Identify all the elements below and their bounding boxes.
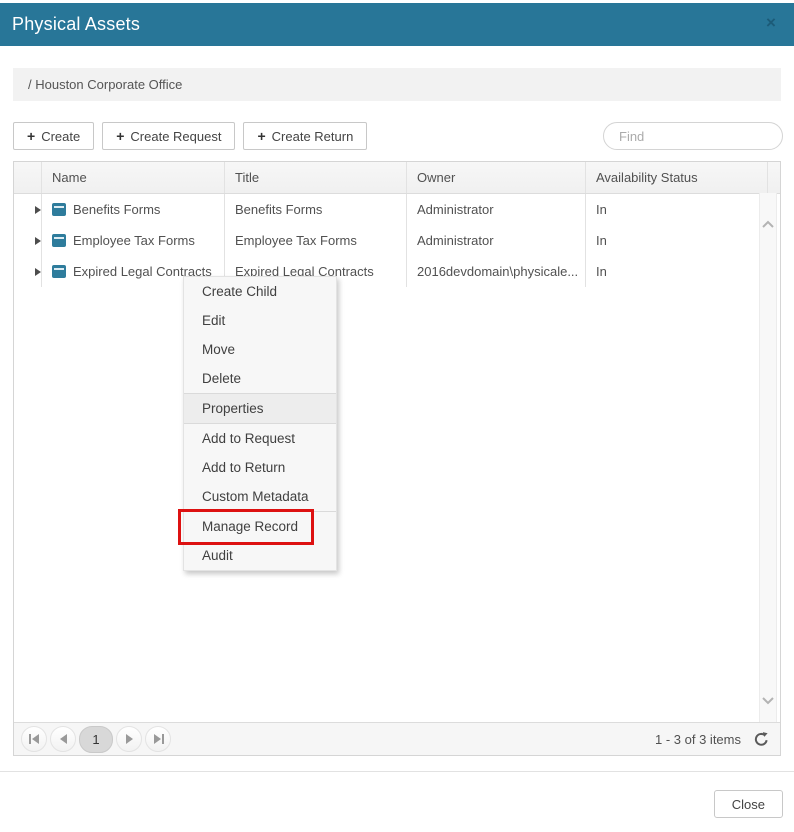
column-header-title[interactable]: Title xyxy=(224,162,406,193)
vertical-scrollbar[interactable] xyxy=(759,193,777,722)
plus-icon: + xyxy=(27,129,35,143)
plus-icon: + xyxy=(116,129,124,143)
row-expand-cell[interactable] xyxy=(14,225,41,256)
create-request-button-label: Create Request xyxy=(130,129,221,144)
row-name[interactable]: Benefits Forms xyxy=(73,202,160,217)
row-expand-cell[interactable] xyxy=(14,256,41,287)
column-header-filler xyxy=(767,162,780,193)
row-title: Benefits Forms xyxy=(224,194,406,225)
asset-box-icon xyxy=(52,234,66,247)
row-owner: Administrator xyxy=(406,225,585,256)
expand-column-header xyxy=(14,162,41,193)
scroll-up-icon[interactable] xyxy=(761,215,775,223)
column-header-name[interactable]: Name xyxy=(41,162,224,193)
close-button[interactable]: Close xyxy=(714,790,783,818)
pager-bar: 1 1 - 3 of 3 items xyxy=(14,722,780,755)
breadcrumb: / Houston Corporate Office xyxy=(13,68,781,101)
context-menu: Create Child Edit Move Delete Properties… xyxy=(183,276,337,571)
row-name[interactable]: Employee Tax Forms xyxy=(73,233,195,248)
menu-item-create-child[interactable]: Create Child xyxy=(184,277,336,306)
create-button[interactable]: + Create xyxy=(13,122,94,150)
dialog-titlebar: Physical Assets × xyxy=(0,3,794,46)
table-row[interactable]: Expired Legal Contracts Expired Legal Co… xyxy=(14,256,780,287)
next-page-button[interactable] xyxy=(116,726,142,752)
scroll-down-icon[interactable] xyxy=(761,692,775,700)
first-page-button[interactable] xyxy=(21,726,47,752)
column-header-owner[interactable]: Owner xyxy=(406,162,585,193)
menu-item-move[interactable]: Move xyxy=(184,335,336,364)
row-title: Employee Tax Forms xyxy=(224,225,406,256)
menu-item-properties[interactable]: Properties xyxy=(184,394,336,423)
row-owner: 2016devdomain\physicale... xyxy=(406,256,585,287)
row-availability: In xyxy=(585,256,767,287)
grid-header-row: Name Title Owner Availability Status xyxy=(14,162,780,194)
asset-box-icon xyxy=(52,265,66,278)
row-expand-cell[interactable] xyxy=(14,194,41,225)
create-button-label: Create xyxy=(41,129,80,144)
close-icon[interactable]: × xyxy=(760,12,782,34)
breadcrumb-path[interactable]: / Houston Corporate Office xyxy=(28,77,182,92)
row-availability: In xyxy=(585,194,767,225)
row-owner: Administrator xyxy=(406,194,585,225)
column-header-availability[interactable]: Availability Status xyxy=(585,162,767,193)
current-page-indicator[interactable]: 1 xyxy=(79,726,113,753)
previous-page-button[interactable] xyxy=(50,726,76,752)
asset-box-icon xyxy=(52,203,66,216)
footer-divider xyxy=(0,771,794,772)
menu-item-delete[interactable]: Delete xyxy=(184,364,336,393)
toolbar: + Create + Create Request + Create Retur… xyxy=(13,122,367,150)
refresh-icon[interactable] xyxy=(753,731,770,748)
menu-item-add-to-request[interactable]: Add to Request xyxy=(184,424,336,453)
pager-summary: 1 - 3 of 3 items xyxy=(655,732,741,747)
find-input[interactable] xyxy=(603,122,783,150)
menu-item-audit[interactable]: Audit xyxy=(184,541,336,570)
menu-item-add-to-return[interactable]: Add to Return xyxy=(184,453,336,482)
create-request-button[interactable]: + Create Request xyxy=(102,122,235,150)
create-return-button[interactable]: + Create Return xyxy=(243,122,367,150)
assets-grid: Name Title Owner Availability Status Ben… xyxy=(13,161,781,756)
create-return-button-label: Create Return xyxy=(272,129,354,144)
row-availability: In xyxy=(585,225,767,256)
menu-item-custom-metadata[interactable]: Custom Metadata xyxy=(184,482,336,511)
last-page-button[interactable] xyxy=(145,726,171,752)
table-row[interactable]: Benefits Forms Benefits Forms Administra… xyxy=(14,194,780,225)
plus-icon: + xyxy=(257,129,265,143)
menu-item-manage-record[interactable]: Manage Record xyxy=(184,512,336,541)
dialog-title: Physical Assets xyxy=(12,14,140,35)
menu-item-edit[interactable]: Edit xyxy=(184,306,336,335)
table-row[interactable]: Employee Tax Forms Employee Tax Forms Ad… xyxy=(14,225,780,256)
